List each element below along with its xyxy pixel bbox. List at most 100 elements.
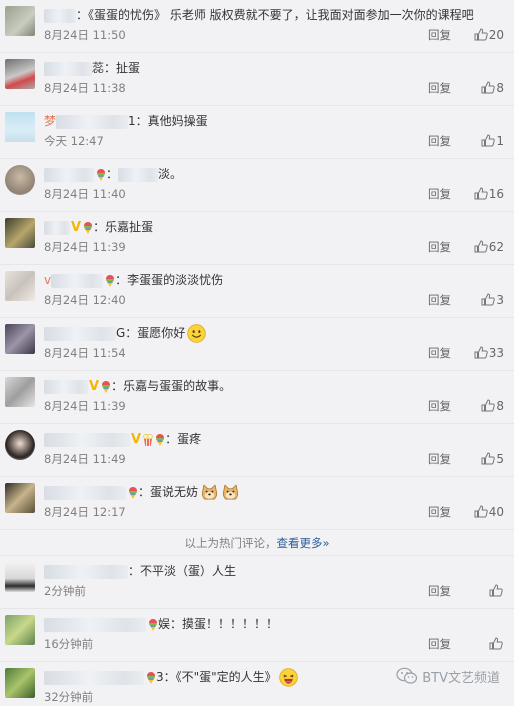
- comment-item: 娱：摸蛋！！！！！！ 16分钟前 回复: [0, 609, 514, 662]
- hot-comments-note: 以上为热门评论，: [184, 536, 277, 550]
- comment-text: 1：真他妈操蛋: [128, 114, 208, 128]
- reply-button[interactable]: 回复: [428, 80, 451, 96]
- thumb-up-icon: [481, 399, 496, 412]
- avatar[interactable]: [5, 377, 35, 407]
- reply-button[interactable]: 回复: [428, 636, 451, 652]
- comment-time: 8月24日 12:40: [44, 293, 126, 307]
- comment-item: ： 淡。 8月24日 11:40 回复 16: [0, 159, 514, 212]
- like-button[interactable]: 8: [481, 398, 504, 414]
- like-button[interactable]: 62: [474, 239, 504, 255]
- wechat-icon: [396, 667, 418, 684]
- username-blurred[interactable]: [44, 432, 130, 447]
- thumb-up-icon: [489, 637, 503, 650]
- vip-v-icon: V: [71, 219, 82, 235]
- like-button[interactable]: 5: [481, 451, 504, 467]
- username-blurred[interactable]: [44, 564, 128, 579]
- username[interactable]: v: [44, 270, 51, 290]
- username-blurred[interactable]: [44, 670, 144, 685]
- comment-text: 娱：摸蛋！！！！！！: [158, 617, 279, 631]
- like-button[interactable]: 40: [474, 504, 504, 520]
- username-blurred[interactable]: [44, 485, 126, 500]
- comment-time: 8月24日 11:54: [44, 346, 126, 360]
- reply-button[interactable]: 回复: [428, 451, 451, 467]
- reply-button[interactable]: 回复: [428, 398, 451, 414]
- avatar[interactable]: [5, 218, 35, 248]
- channel-watermark: BTV文艺频道: [396, 667, 500, 689]
- like-button[interactable]: 33: [474, 345, 504, 361]
- username[interactable]: 梦: [44, 111, 56, 131]
- comment-text: ：乐嘉与蛋蛋的故事。: [111, 379, 232, 393]
- reply-button[interactable]: 回复: [428, 239, 451, 255]
- avatar[interactable]: [5, 483, 35, 513]
- rainbow-badge-icon: [149, 618, 157, 631]
- comment-time: 8月24日 11:38: [44, 81, 126, 95]
- like-button[interactable]: 3: [481, 292, 504, 308]
- thumb-up-icon: [474, 505, 488, 518]
- comment-text: G：蛋愿你好: [116, 326, 186, 340]
- like-count: 20: [488, 28, 504, 42]
- username-blurred[interactable]: [44, 220, 70, 235]
- hot-comments-footer: 以上为热门评论，查看更多»: [0, 530, 514, 556]
- reply-button[interactable]: 回复: [428, 292, 451, 308]
- like-button[interactable]: 16: [474, 186, 504, 202]
- watermark-text: BTV文艺频道: [422, 671, 500, 686]
- comment-text: ：: [106, 167, 119, 181]
- rainbow-badge-icon: [106, 274, 115, 287]
- comment-time: 8月24日 12:17: [44, 505, 126, 519]
- rainbow-badge-icon: [156, 433, 165, 446]
- username-blurred[interactable]: [44, 326, 116, 341]
- reply-button[interactable]: 回复: [428, 186, 451, 202]
- comment-time: 8月24日 11:39: [44, 240, 126, 254]
- like-button[interactable]: 20: [474, 27, 504, 43]
- rainbow-badge-icon: [129, 486, 137, 499]
- comment-text: ：乐嘉扯蛋: [93, 220, 154, 234]
- doge-emoji-icon: [201, 484, 218, 500]
- avatar[interactable]: [5, 165, 35, 195]
- laugh-emoji-icon: [278, 668, 298, 687]
- avatar[interactable]: [5, 615, 35, 645]
- like-button[interactable]: [489, 583, 504, 599]
- comment-text: ：蛋疼: [165, 432, 202, 446]
- rainbow-badge-icon: [97, 168, 105, 181]
- avatar[interactable]: [5, 112, 35, 142]
- avatar[interactable]: [5, 430, 35, 460]
- comment-item: 梦 1：真他妈操蛋 今天 12:47 回复 1: [0, 106, 514, 159]
- comment-item: V ：蛋疼 8月24日 11:49 回复 5: [0, 424, 514, 477]
- reply-button[interactable]: 回复: [428, 583, 451, 599]
- comment-text: 3：《不"蛋"定的人生》: [156, 670, 277, 684]
- avatar[interactable]: [5, 324, 35, 354]
- avatar[interactable]: [5, 668, 35, 698]
- text-blurred: [118, 167, 159, 182]
- comment-time: 2分钟前: [44, 584, 86, 598]
- comment-time: 8月24日 11:49: [44, 452, 126, 466]
- comment-text: ：李蛋蛋的淡淡忧伤: [115, 273, 224, 287]
- like-count: 8: [496, 81, 504, 95]
- comment-time: 8月24日 11:40: [44, 187, 126, 201]
- comment-item: G：蛋愿你好 8月24日 11:54 回复 33: [0, 318, 514, 371]
- username-blurred[interactable]: [51, 273, 104, 288]
- username-blurred[interactable]: [44, 167, 94, 182]
- rainbow-badge-icon: [84, 221, 93, 234]
- like-count: 1: [496, 134, 504, 148]
- username-blurred[interactable]: [44, 379, 88, 394]
- avatar[interactable]: [5, 6, 35, 36]
- thumb-up-icon: [481, 293, 496, 306]
- username-blurred[interactable]: [44, 61, 92, 76]
- avatar[interactable]: [5, 562, 35, 592]
- like-button[interactable]: 8: [481, 80, 504, 96]
- comment-item: ：《蛋蛋的忧伤》 乐老师 版权费就不要了，让我面对面参加一次你的课程吧 8月24…: [0, 0, 514, 53]
- comment-item: ：不平淡（蛋）人生 2分钟前 回复: [0, 556, 514, 609]
- username-blurred[interactable]: [44, 8, 76, 23]
- like-count: 5: [496, 452, 504, 466]
- reply-button[interactable]: 回复: [428, 504, 451, 520]
- like-button[interactable]: 1: [481, 133, 504, 149]
- reply-button[interactable]: 回复: [428, 345, 451, 361]
- avatar[interactable]: [5, 271, 35, 301]
- username-blurred[interactable]: [44, 617, 146, 632]
- like-button[interactable]: [489, 636, 504, 652]
- avatar[interactable]: [5, 59, 35, 89]
- reply-button[interactable]: 回复: [428, 133, 451, 149]
- see-more-link[interactable]: 查看更多»: [276, 536, 329, 550]
- reply-button[interactable]: 回复: [428, 27, 451, 43]
- username-blurred[interactable]: [56, 114, 129, 129]
